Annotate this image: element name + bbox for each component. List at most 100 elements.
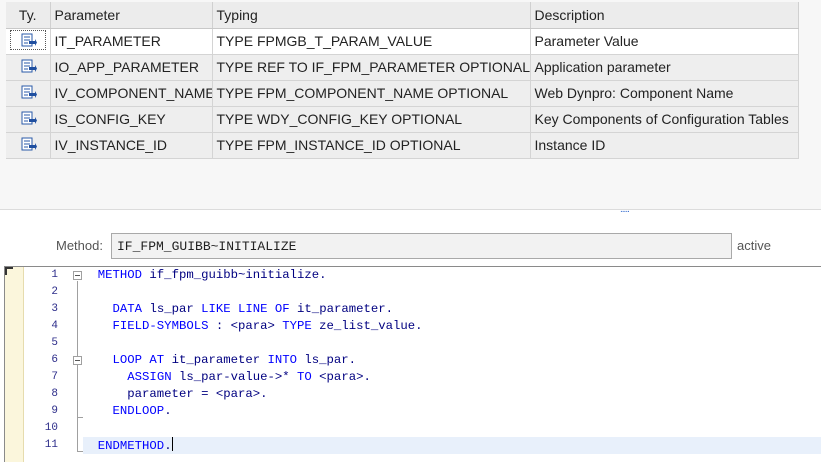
table-row[interactable]: IV_COMPONENT_NAME TYPE FPM_COMPONENT_NAME…	[6, 80, 799, 107]
cell-typing[interactable]: TYPE WDY_CONFIG_KEY OPTIONAL	[212, 106, 531, 133]
line-number: 8	[51, 388, 58, 400]
fold-guide	[77, 281, 78, 451]
param-type-cell[interactable]	[6, 106, 51, 133]
cell-parameter[interactable]: IO_APP_PARAMETER	[50, 54, 213, 81]
fold-collapse-icon[interactable]	[73, 356, 82, 365]
importing-param-icon[interactable]	[10, 134, 46, 154]
line-number: 1	[51, 269, 58, 281]
editor-corner-marker	[5, 267, 13, 275]
line-number: 9	[51, 405, 58, 417]
column-header-ty[interactable]: Ty.	[6, 2, 51, 29]
method-name-field[interactable]: IF_FPM_GUIBB~INITIALIZE	[111, 233, 732, 259]
parameter-table: Ty. Parameter Typing Description IT_PARA…	[6, 2, 799, 159]
importing-param-icon[interactable]	[10, 82, 46, 102]
code-editor[interactable]: 1 2 3 4 5 6 7 8 9 10 11 METHOD if_fpm_guibb~initia…	[4, 266, 821, 462]
code-token: ls_par	[142, 302, 202, 316]
cell-typing[interactable]: TYPE FPM_INSTANCE_ID OPTIONAL	[212, 132, 531, 159]
code-line[interactable]	[83, 284, 821, 301]
cell-parameter[interactable]: IS_CONFIG_KEY	[50, 106, 213, 133]
cell-description[interactable]: Parameter Value	[530, 28, 799, 55]
code-token: if_fpm_guibb~initialize.	[142, 268, 327, 282]
line-number: 4	[51, 320, 58, 332]
fold-gutter	[63, 267, 83, 462]
cell-parameter[interactable]: IV_COMPONENT_NAME	[50, 80, 213, 107]
importing-param-icon[interactable]	[9, 30, 46, 50]
cell-typing[interactable]: TYPE FPM_COMPONENT_NAME OPTIONAL	[212, 80, 531, 107]
importing-param-icon[interactable]	[10, 56, 46, 76]
code-line[interactable]	[83, 420, 821, 437]
line-number: 6	[51, 354, 58, 366]
table-header-row: Ty. Parameter Typing Description	[6, 2, 799, 29]
line-number: 11	[44, 439, 58, 451]
code-token: it_parameter.	[289, 302, 393, 316]
keyword-token: TYPE	[282, 319, 312, 333]
column-header-typing[interactable]: Typing	[212, 2, 531, 29]
parameter-panel: Ty. Parameter Typing Description IT_PARA…	[0, 0, 821, 210]
column-header-description[interactable]: Description	[530, 2, 799, 29]
line-number: 5	[51, 337, 58, 349]
code-line[interactable]: METHOD if_fpm_guibb~initialize.	[83, 267, 821, 284]
breakpoint-margin[interactable]	[5, 267, 24, 462]
keyword-token: INTO	[267, 353, 298, 367]
line-number: 7	[51, 371, 58, 383]
splitter-handle[interactable]: .....	[620, 205, 630, 215]
cell-typing[interactable]: TYPE REF TO IF_FPM_PARAMETER OPTIONAL	[212, 54, 531, 81]
importing-param-icon[interactable]	[10, 108, 46, 128]
param-type-cell[interactable]	[6, 132, 51, 159]
cell-parameter[interactable]: IT_PARAMETER	[50, 28, 213, 55]
cell-typing[interactable]: TYPE FPMGB_T_PARAM_VALUE	[212, 28, 531, 55]
keyword-token: FIELD-SYMBOLS	[112, 319, 209, 333]
cell-parameter[interactable]: IV_INSTANCE_ID	[50, 132, 213, 159]
method-label: Method:	[56, 238, 103, 253]
cell-description[interactable]: Web Dynpro: Component Name	[530, 80, 799, 107]
code-line[interactable]: DATA ls_par LIKE LINE OF it_parameter.	[83, 301, 821, 318]
param-type-cell[interactable]	[6, 80, 51, 107]
param-type-cell[interactable]	[6, 28, 51, 55]
line-number-gutter: 1 2 3 4 5 6 7 8 9 10 11	[24, 267, 61, 462]
param-type-cell[interactable]	[6, 54, 51, 81]
cell-description[interactable]: Application parameter	[530, 54, 799, 81]
code-line[interactable]: LOOP AT it_parameter INTO ls_par.	[83, 352, 821, 369]
code-area[interactable]: METHOD if_fpm_guibb~initialize. DATA ls_…	[83, 267, 821, 462]
code-token: parameter = <para>.	[97, 387, 268, 401]
code-token: .	[164, 404, 172, 418]
table-row[interactable]: IT_PARAMETER TYPE FPMGB_T_PARAM_VALUE Para…	[6, 28, 799, 55]
text-caret	[171, 437, 173, 451]
cell-description[interactable]: Key Components of Configuration Tables	[530, 106, 799, 133]
keyword-token: TO	[297, 370, 312, 384]
table-row[interactable]: IV_INSTANCE_ID TYPE FPM_INSTANCE_ID OPTIO…	[6, 132, 799, 159]
code-token: ls_par.	[297, 353, 357, 367]
fold-collapse-icon[interactable]	[73, 271, 82, 280]
code-token: <para>.	[311, 370, 371, 384]
table-row[interactable]: IO_APP_PARAMETER TYPE REF TO IF_FPM_PARAM…	[6, 54, 799, 81]
code-line[interactable]: ENDLOOP.	[83, 403, 821, 420]
keyword-token: LIKE LINE OF	[201, 302, 290, 316]
code-token: .	[164, 439, 172, 453]
code-line[interactable]: ASSIGN ls_par-value->* TO <para>.	[83, 369, 821, 386]
column-header-parameter[interactable]: Parameter	[50, 2, 213, 29]
code-token: ls_par-value->*	[171, 370, 298, 384]
current-code-line[interactable]: ENDMETHOD.	[83, 437, 821, 454]
code-token: : <para>	[208, 319, 283, 333]
cell-description[interactable]: Instance ID	[530, 132, 799, 159]
keyword-token: ENDMETHOD	[97, 439, 165, 453]
code-line[interactable]: FIELD-SYMBOLS : <para> TYPE ze_list_valu…	[83, 318, 821, 335]
code-line[interactable]: parameter = <para>.	[83, 386, 821, 403]
table-row[interactable]: IS_CONFIG_KEY TYPE WDY_CONFIG_KEY OPTIONA…	[6, 106, 799, 133]
code-token: it_parameter	[164, 353, 268, 367]
code-token: ze_list_value.	[311, 319, 423, 333]
code-line[interactable]	[83, 335, 821, 352]
